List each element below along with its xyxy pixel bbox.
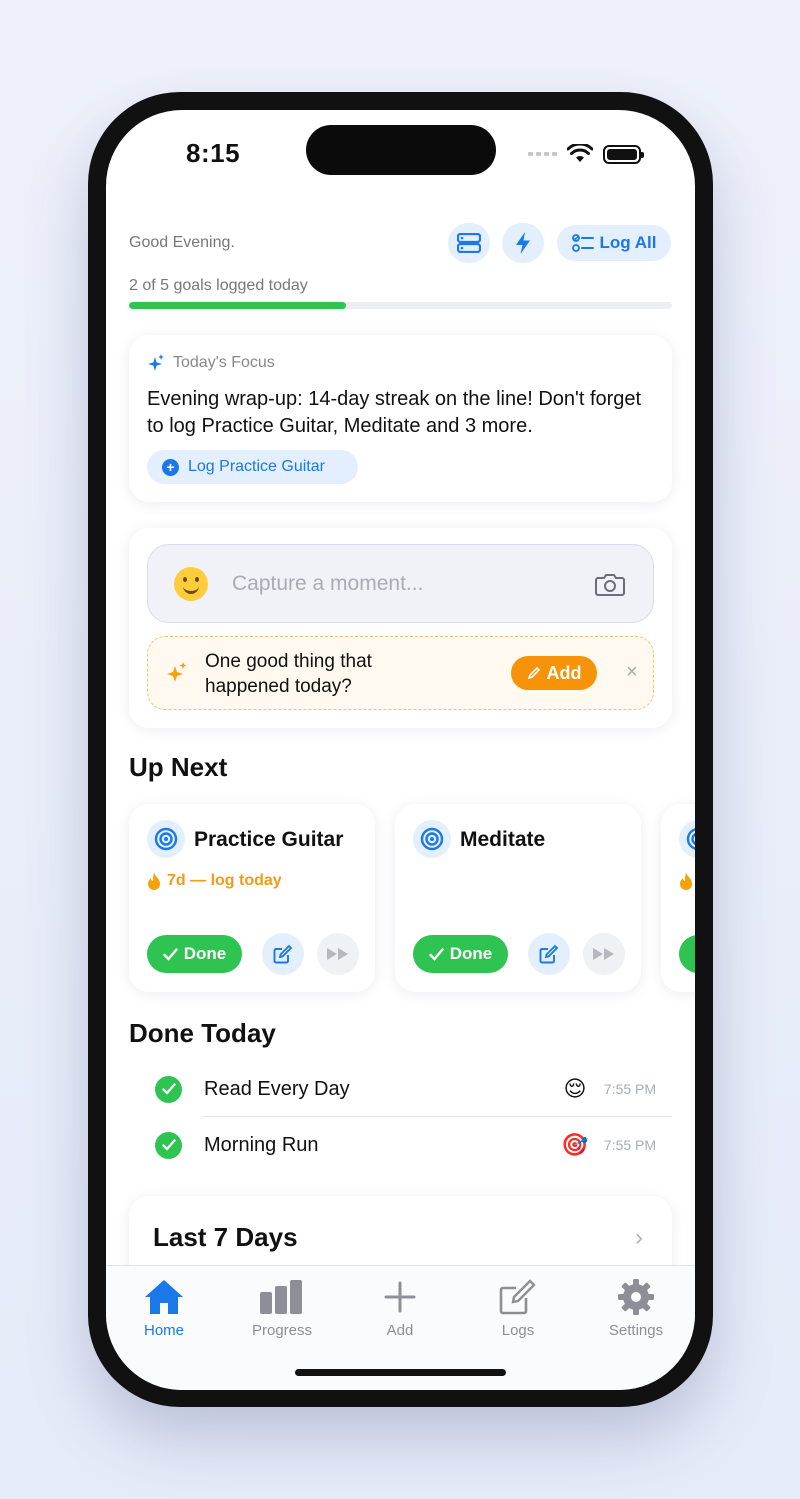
prompt-add-button[interactable]: Add: [511, 656, 597, 690]
focus-heading: Today's Focus: [173, 354, 275, 371]
camera-icon[interactable]: [595, 572, 625, 596]
list-view-button[interactable]: [448, 223, 490, 263]
done-item-name: Morning Run: [204, 1133, 319, 1156]
up-next-title: Up Next: [129, 752, 228, 782]
capture-placeholder: Capture a moment...: [232, 571, 424, 595]
goals-progress-bar: [129, 302, 672, 309]
plus-circle-icon: +: [162, 458, 179, 476]
capture-card: Capture a moment... One good thing that …: [129, 528, 672, 728]
goal-name: Practice Guitar: [194, 828, 344, 851]
status-time: 8:15: [186, 138, 241, 168]
cellular-signal-icon: [528, 152, 557, 156]
compose-icon: [468, 1276, 568, 1318]
done-label: Done: [183, 944, 227, 963]
checkmark-icon: [163, 947, 178, 961]
mood-emoji: 😌: [563, 1076, 587, 1101]
sparkles-icon: [167, 662, 187, 682]
mood-emoji: 🎯: [561, 1132, 589, 1157]
goal-card-partial[interactable]: [661, 804, 695, 992]
checklist-icon: [571, 234, 594, 252]
done-label: Done: [449, 944, 493, 963]
tab-label: Add: [386, 1322, 414, 1339]
tab-label: Logs: [501, 1322, 535, 1339]
fast-forward-icon: [327, 948, 348, 960]
gratitude-prompt: One good thing that happened today? Add …: [147, 636, 654, 710]
plus-icon: [350, 1276, 450, 1318]
close-icon[interactable]: ×: [626, 661, 638, 684]
greeting-text: Good Evening.: [129, 234, 235, 251]
compose-icon: [539, 944, 559, 964]
prompt-add-label: Add: [546, 662, 582, 683]
done-item-time: 7:55 PM: [603, 1137, 657, 1153]
done-button[interactable]: [679, 935, 695, 973]
goal-card-meditate[interactable]: Meditate Done: [395, 804, 641, 992]
goals-progress-text: 2 of 5 goals logged today: [129, 277, 308, 294]
log-practice-guitar-button[interactable]: + Log Practice Guitar: [147, 450, 358, 484]
skip-button[interactable]: [583, 933, 625, 975]
last-7-days-title: Last 7 Days: [153, 1222, 298, 1252]
focus-header: Today's Focus: [147, 353, 275, 373]
checkmark-icon: [429, 947, 444, 961]
goal-streak: [679, 872, 693, 890]
todays-focus-card: Today's Focus Evening wrap-up: 14-day st…: [129, 335, 672, 502]
quick-log-button[interactable]: [502, 223, 544, 263]
wifi-icon: [567, 144, 593, 162]
done-button[interactable]: Done: [413, 935, 508, 973]
target-icon: [147, 820, 185, 858]
done-row[interactable]: Read Every Day 😌 7:55 PM: [129, 1061, 672, 1117]
sparkles-icon: [148, 354, 164, 371]
goals-progress-fill: [129, 302, 347, 309]
flame-icon: [148, 873, 160, 890]
chevron-right-icon: ›: [635, 1224, 643, 1251]
capture-moment-input[interactable]: Capture a moment...: [147, 544, 654, 623]
tab-label: Settings: [608, 1322, 664, 1339]
tab-add[interactable]: Add: [350, 1276, 450, 1339]
target-icon: [413, 820, 451, 858]
tab-settings[interactable]: Settings: [586, 1276, 686, 1339]
log-all-button[interactable]: Log All: [557, 225, 671, 261]
list-icon: [457, 233, 481, 253]
status-icons: [528, 144, 644, 164]
focus-button-label: Log Practice Guitar: [188, 458, 325, 475]
smiley-icon[interactable]: [174, 566, 208, 601]
home-indicator: [295, 1369, 506, 1376]
check-circle-icon: [155, 1075, 182, 1103]
skip-button[interactable]: [317, 933, 359, 975]
fast-forward-icon: [593, 948, 614, 960]
done-item-time: 7:55 PM: [603, 1081, 657, 1097]
done-row[interactable]: Morning Run 🎯 7:55 PM: [129, 1117, 672, 1173]
focus-message: Evening wrap-up: 14-day streak on the li…: [147, 388, 642, 437]
edit-button[interactable]: [262, 933, 304, 975]
target-icon: [679, 820, 695, 858]
log-all-label: Log All: [599, 233, 657, 252]
flame-icon: [680, 873, 692, 890]
tab-progress[interactable]: Progress: [232, 1276, 332, 1339]
done-today-title: Done Today: [129, 1018, 276, 1048]
goal-name: Meditate: [460, 828, 546, 851]
compose-icon: [273, 944, 293, 964]
tab-home[interactable]: Home: [114, 1276, 214, 1339]
edit-button[interactable]: [528, 933, 570, 975]
lightning-icon: [516, 232, 530, 254]
home-icon: [114, 1276, 214, 1318]
tab-label: Progress: [251, 1322, 313, 1339]
goal-card-practice-guitar[interactable]: Practice Guitar 7d — log today Done: [129, 804, 375, 992]
goal-streak: 7d — log today: [147, 872, 282, 890]
gear-icon: [586, 1276, 686, 1318]
goal-streak-text: 7d — log today: [167, 872, 282, 889]
tab-label: Home: [143, 1322, 184, 1339]
app-screen: 8:15 Good Evening. Log All 2 of 5 goals …: [106, 110, 695, 1390]
tab-logs[interactable]: Logs: [468, 1276, 568, 1339]
done-button[interactable]: Done: [147, 935, 242, 973]
dynamic-island: [306, 125, 496, 175]
prompt-text: One good thing that happened today?: [205, 651, 372, 697]
done-item-name: Read Every Day: [204, 1077, 350, 1100]
check-circle-icon: [155, 1131, 182, 1159]
bar-chart-icon: [232, 1276, 332, 1318]
battery-icon: [603, 144, 644, 164]
pencil-icon: [527, 666, 540, 680]
